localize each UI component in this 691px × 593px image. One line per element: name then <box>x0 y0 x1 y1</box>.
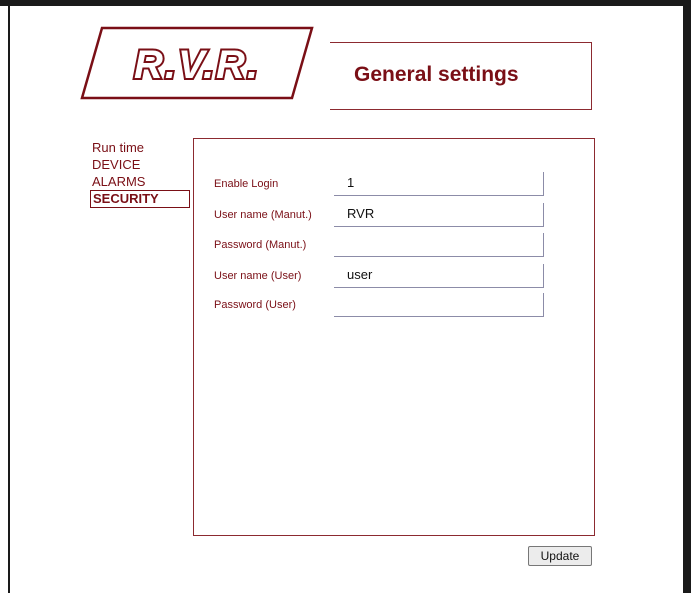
enable-login-input[interactable]: 1 <box>334 172 544 196</box>
form-row-username-user: User name (User) user <box>214 264 546 290</box>
logo-text: R.V.R. <box>134 43 260 87</box>
password-user-label: Password (User) <box>214 299 296 311</box>
rvr-logo: R.V.R. <box>80 26 314 100</box>
window-frame-right <box>683 6 691 593</box>
password-manut-label: Password (Manut.) <box>214 239 307 251</box>
password-manut-input[interactable] <box>334 233 544 257</box>
username-manut-label: User name (Manut.) <box>214 209 312 221</box>
window-frame-left <box>8 6 10 593</box>
page-title: General settings <box>354 63 519 86</box>
update-button[interactable]: Update <box>528 546 592 566</box>
menu-item-run-time[interactable]: Run time <box>92 139 190 156</box>
form-row-password-manut: Password (Manut.) <box>214 233 546 259</box>
password-user-input[interactable] <box>334 293 544 317</box>
side-menu: Run time DEVICE ALARMS SECURITY <box>90 139 190 208</box>
username-user-input[interactable]: user <box>334 264 544 288</box>
username-user-label: User name (User) <box>214 270 302 282</box>
form-row-username-manut: User name (Manut.) RVR <box>214 203 546 229</box>
menu-item-alarms[interactable]: ALARMS <box>92 173 190 190</box>
window-frame-top <box>0 0 691 6</box>
menu-item-device[interactable]: DEVICE <box>92 156 190 173</box>
menu-item-security[interactable]: SECURITY <box>90 190 190 208</box>
username-manut-input[interactable]: RVR <box>334 203 544 227</box>
form-row-enable-login: Enable Login 1 <box>214 172 546 198</box>
page-title-box: General settings <box>330 42 592 110</box>
enable-login-label: Enable Login <box>214 178 279 190</box>
form-row-password-user: Password (User) <box>214 293 546 319</box>
